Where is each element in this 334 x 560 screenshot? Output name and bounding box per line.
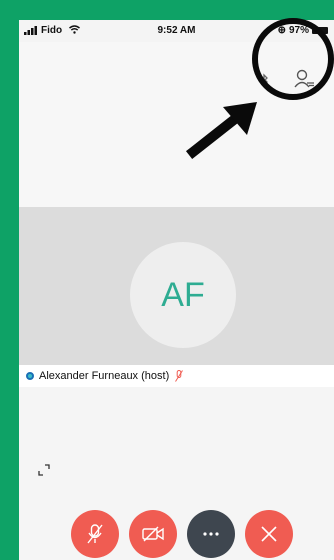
pointer-arrow-icon [185, 102, 257, 160]
video-off-icon [142, 526, 164, 542]
ellipsis-icon [203, 532, 219, 536]
more-button[interactable] [187, 510, 235, 558]
stop-video-button[interactable] [129, 510, 177, 558]
video-area: AF [19, 207, 334, 365]
call-controls [71, 510, 311, 560]
participant-name: Alexander Furneaux (host) [39, 370, 170, 382]
leave-button[interactable] [245, 510, 293, 558]
mic-muted-icon [175, 370, 184, 382]
expand-icon[interactable] [36, 462, 52, 478]
close-icon [261, 526, 277, 542]
participant-name-bar: Alexander Furneaux (host) [19, 365, 334, 387]
mute-button[interactable] [71, 510, 119, 558]
phone-screen: Fido 9:52 AM ⊕ 97% AF Alexander Furneaux… [19, 20, 334, 560]
avatar: AF [130, 242, 236, 348]
highlight-circle [252, 18, 334, 100]
mic-off-icon [87, 524, 103, 544]
connection-status-icon [26, 372, 34, 380]
